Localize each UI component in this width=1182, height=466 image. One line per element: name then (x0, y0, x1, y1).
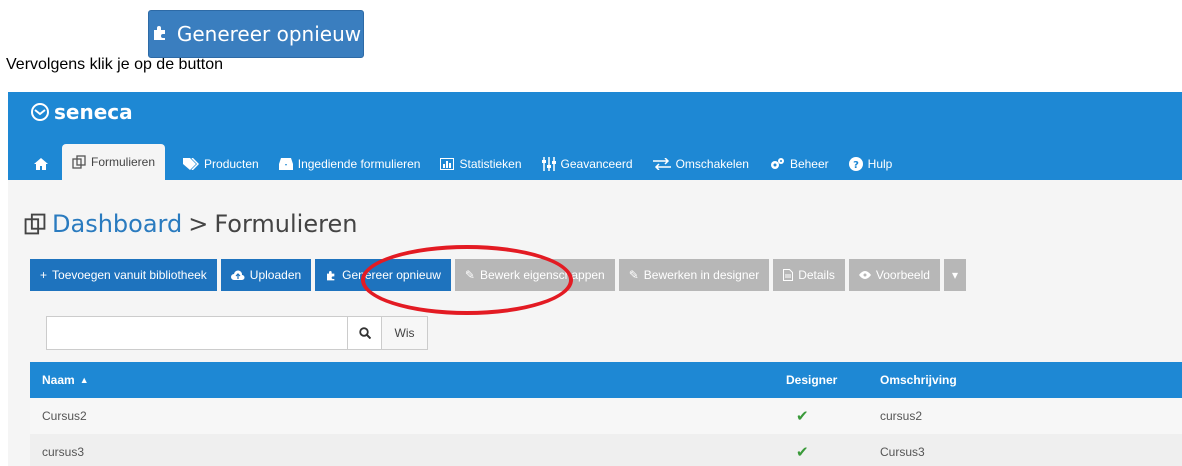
nav-statistieken[interactable]: Statistieken (430, 148, 531, 180)
puzzle-icon (151, 22, 169, 46)
nav-label: Formulieren (91, 155, 156, 169)
preview-button[interactable]: Voorbeeld (848, 259, 940, 291)
preview-label: Voorbeeld (875, 268, 930, 282)
chart-icon (440, 158, 455, 170)
cell-description: Cursus3 (880, 445, 925, 459)
home-icon (34, 158, 48, 170)
breadcrumb-separator: > (188, 210, 209, 238)
nav-ingediende-formulieren[interactable]: Ingediende formulieren (269, 148, 431, 180)
table-row[interactable]: cursus3 ✔ Cursus3 (30, 434, 1182, 466)
search-icon (358, 327, 371, 339)
nav-label: Beheer (789, 157, 829, 171)
forms-table: Naam ▲ Designer Omschrijving Cursus2 ✔ c… (30, 362, 1182, 466)
instruction-text: Vervolgens klik je op de button (6, 56, 224, 73)
puzzle-icon (327, 271, 335, 281)
nav-label: Omschakelen (675, 157, 749, 171)
checkmark-icon: ✔ (796, 444, 809, 461)
highlight-circle (361, 245, 573, 315)
column-header-designer[interactable]: Designer (786, 362, 837, 398)
nav-home[interactable] (8, 148, 62, 180)
details-label: Details (798, 268, 835, 282)
seneca-logo-icon (31, 103, 49, 121)
nav-label: Ingediende formulieren (297, 157, 421, 171)
details-button[interactable]: Details (773, 259, 845, 291)
nav-geavanceerd[interactable]: Geavanceerd (532, 148, 643, 180)
nav-label: Hulp (867, 157, 893, 171)
nav-label: Geavanceerd (560, 157, 633, 171)
nav-omschakelen[interactable]: Omschakelen (643, 148, 759, 180)
checkmark-icon: ✔ (796, 408, 809, 425)
edit-icon: ✎ (628, 268, 639, 282)
cell-name: cursus3 (42, 445, 85, 459)
plus-icon: + (40, 268, 48, 282)
cell-name: Cursus2 (42, 409, 87, 423)
column-header-name[interactable]: Naam ▲ (42, 362, 89, 398)
add-from-library-label: Toevoegen vanuit bibliotheek (52, 268, 207, 282)
main-nav: Formulieren Producten Ingediende formuli… (8, 140, 902, 180)
nav-label: Producten (204, 157, 259, 171)
regenerate-button-example-label: Genereer opnieuw (176, 22, 362, 46)
search-button[interactable] (348, 316, 382, 350)
nav-hulp[interactable]: ? Hulp (839, 148, 903, 180)
breadcrumb: Dashboard > Formulieren (24, 210, 357, 238)
sort-asc-icon: ▲ (79, 375, 89, 385)
caret-down-icon: ▾ (951, 268, 958, 282)
nav-producten[interactable]: Producten (173, 148, 269, 180)
clear-button[interactable]: Wis (382, 316, 428, 350)
forms-icon (24, 213, 46, 235)
more-options-button[interactable]: ▾ (943, 259, 966, 291)
page-title: Formulieren (214, 210, 358, 238)
cogs-icon (770, 158, 784, 169)
eye-icon (858, 271, 871, 279)
app-window: seneca Formulieren Producten Ingediende … (8, 92, 1182, 466)
cloud-upload-icon (230, 270, 245, 280)
logo-text: seneca (54, 100, 133, 124)
inbox-icon (278, 158, 293, 170)
upload-button[interactable]: Uploaden (220, 259, 312, 291)
help-icon: ? (848, 157, 863, 171)
add-from-library-button[interactable]: + Toevoegen vanuit bibliotheek (30, 259, 217, 291)
logo[interactable]: seneca (30, 100, 133, 124)
column-header-description[interactable]: Omschrijving (880, 362, 957, 398)
nav-formulieren[interactable]: Formulieren (62, 144, 166, 180)
nav-beheer[interactable]: Beheer (759, 148, 839, 180)
sliders-icon (541, 157, 556, 171)
table-row[interactable]: Cursus2 ✔ cursus2 (30, 398, 1182, 434)
table-header: Naam ▲ Designer Omschrijving (30, 362, 1182, 398)
column-header-name-label: Naam (42, 373, 75, 387)
nav-label: Statistieken (459, 157, 522, 171)
edit-in-designer-button[interactable]: ✎ Bewerken in designer (618, 259, 770, 291)
upload-label: Uploaden (249, 268, 302, 282)
topbar: seneca Formulieren Producten Ingediende … (8, 92, 1182, 180)
svg-text:?: ? (853, 160, 859, 171)
file-text-icon (783, 269, 794, 281)
forms-icon (72, 155, 86, 169)
search-input[interactable] (46, 316, 348, 350)
breadcrumb-dashboard-link[interactable]: Dashboard (52, 210, 182, 238)
cell-description: cursus2 (880, 409, 923, 423)
exchange-icon (652, 158, 671, 170)
regenerate-button-example[interactable]: Genereer opnieuw (148, 10, 364, 58)
edit-in-designer-label: Bewerken in designer (643, 268, 760, 282)
tags-icon (183, 158, 200, 170)
